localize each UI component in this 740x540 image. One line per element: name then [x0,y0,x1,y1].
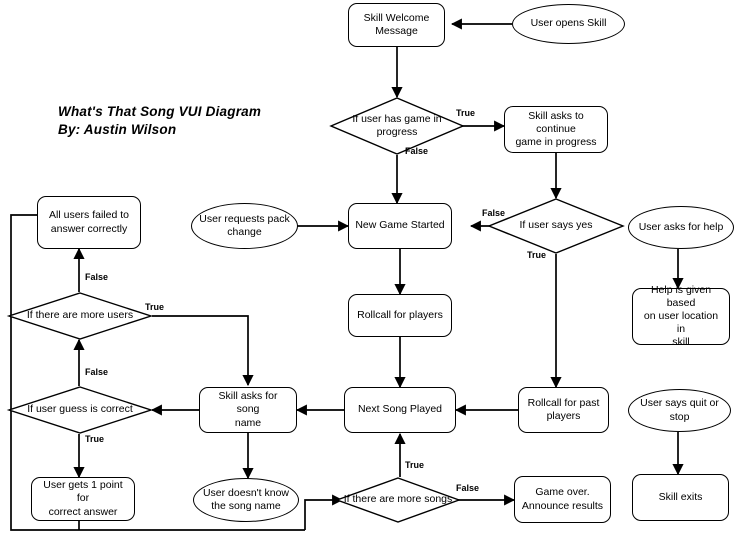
node-rollcall-for-past-players[interactable]: Rollcall for past players [518,387,609,433]
node-next-song-played[interactable]: Next Song Played [344,387,456,433]
edge-label-moresongs-true: True [405,460,425,470]
node-user-says-quit-or-stop[interactable]: User says quit or stop [628,389,731,432]
edge-label-guess-true: True [85,434,105,444]
connector-layer [10,18,684,531]
edge-moreusers-true [152,315,254,387]
edge-label-hasgame-false: False [405,146,429,156]
node-skill-exits[interactable]: Skill exits [632,474,729,521]
edge-label-moresongs-false: False [456,483,480,493]
title-line-1: What's That Song VUI Diagram [58,104,262,119]
node-game-over[interactable]: Game over. Announce results [514,476,611,523]
edge-label-moreusers-true: True [145,302,165,312]
node-user-doesnt-know[interactable]: User doesn't know the song name [193,478,299,522]
node-user-gets-point[interactable]: User gets 1 point for correct answer [31,477,135,521]
node-if-user-says-yes[interactable]: If user says yes [487,198,625,254]
diagram-title: What's That Song VUI Diagram By: Austin … [58,103,261,139]
node-user-asks-for-help[interactable]: User asks for help [628,206,734,249]
node-help-is-given[interactable]: Help is given based on user location in … [632,284,730,348]
edge-label-moreusers-false: False [85,272,109,282]
node-skill-asks-to-continue[interactable]: Skill asks to continue game in progress [504,106,608,153]
edge-label-guess-false: False [85,367,109,377]
edge-label-saysyes-true: True [527,250,547,260]
node-if-user-guess-is-correct[interactable]: If user guess is correct [6,386,154,434]
node-user-opens-skill[interactable]: User opens Skill [512,4,625,44]
node-rollcall-for-players[interactable]: Rollcall for players [348,294,452,337]
edge-label-hasgame-true: True [456,108,476,118]
node-user-requests-pack-change[interactable]: User requests pack change [191,203,298,249]
edge-label-saysyes-false: False [482,208,506,218]
flowchart-canvas: What's That Song VUI Diagram By: Austin … [0,0,740,540]
node-if-there-are-more-users[interactable]: If there are more users [6,292,154,340]
node-all-users-failed[interactable]: All users failed to answer correctly [37,196,141,249]
node-new-game-started[interactable]: New Game Started [348,203,452,249]
node-skill-asks-for-song-name[interactable]: Skill asks for song name [199,387,297,433]
title-line-2: By: Austin Wilson [58,122,177,138]
node-if-user-has-game-in-progress[interactable]: If user has game in progress [329,97,465,155]
node-if-there-are-more-songs[interactable]: If there are more songs [334,477,462,523]
node-skill-welcome-message[interactable]: Skill Welcome Message [348,3,445,47]
